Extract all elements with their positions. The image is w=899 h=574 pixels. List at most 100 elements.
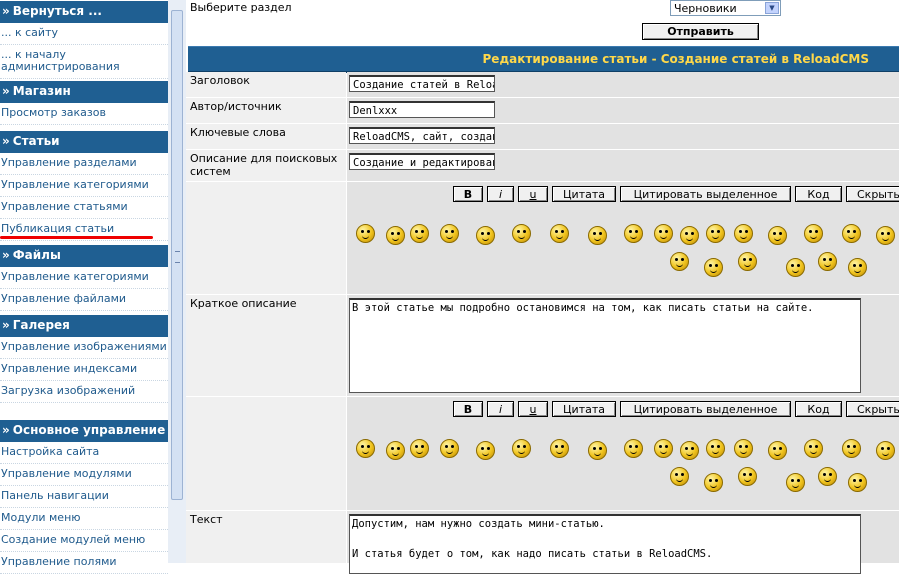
submit-button[interactable]: Отправить — [642, 23, 759, 40]
smiley-icon[interactable] — [654, 224, 673, 243]
sidebar-item[interactable]: Создание модулей меню — [0, 530, 168, 552]
smiley-icon[interactable] — [550, 224, 569, 243]
sidebar-item[interactable]: Управление статьями — [0, 197, 168, 219]
sidebar-item[interactable]: Управление категориями — [0, 175, 168, 197]
sidebar-section-title: Магазин — [12, 84, 71, 98]
sidebar-section-header[interactable]: » Основное управление — [0, 419, 168, 442]
code-button-2[interactable]: Код — [795, 401, 842, 417]
smiley-icon[interactable] — [704, 473, 723, 492]
sidebar-section-header[interactable]: » Магазин — [0, 80, 168, 103]
quote-button[interactable]: Цитата — [552, 186, 616, 202]
sidebar-section-header[interactable]: » Статьи — [0, 130, 168, 153]
sidebar-item[interactable]: ... к сайту — [0, 23, 168, 45]
sidebar-item[interactable]: Загрузка изображений — [0, 381, 168, 403]
smiley-icon[interactable] — [734, 224, 753, 243]
sidebar-item[interactable]: Управление файлами — [0, 289, 168, 311]
smiley-icon[interactable] — [440, 224, 459, 243]
title-input[interactable]: Создание статей в ReloadCMS — [349, 75, 495, 92]
sidebar-item[interactable]: Панель навигации — [0, 486, 168, 508]
article-edit-form: Выберите раздел Черновики ▼ Отправить Ре… — [186, 0, 899, 574]
author-input[interactable]: Denlxxx — [349, 101, 495, 118]
smiley-icon[interactable] — [848, 473, 867, 492]
description-input[interactable]: Создание и редактирование статей — [349, 153, 495, 170]
hide-button-2[interactable]: Скрыть — [846, 401, 899, 417]
chevron-down-icon[interactable]: ▼ — [765, 2, 779, 14]
smiley-icon[interactable] — [842, 224, 861, 243]
double-arrow-icon: » — [2, 318, 10, 332]
keywords-input[interactable]: ReloadCMS, сайт, создание статей — [349, 127, 495, 144]
sidebar-item[interactable]: Управление модулями — [0, 464, 168, 486]
smiley-icon[interactable] — [734, 439, 753, 458]
smiley-icon[interactable] — [680, 226, 699, 245]
smiley-icon[interactable] — [768, 441, 787, 460]
smiley-icon[interactable] — [512, 224, 531, 243]
smiley-icon[interactable] — [706, 224, 725, 243]
smiley-icon[interactable] — [670, 467, 689, 486]
quote-button-2[interactable]: Цитата — [552, 401, 616, 417]
sidebar-item[interactable]: Настройка сайта — [0, 442, 168, 464]
bold-button[interactable]: B — [453, 186, 483, 202]
sidebar-item[interactable]: Просмотр заказов — [0, 103, 168, 125]
sidebar-item[interactable]: Управление категориями — [0, 267, 168, 289]
smiley-icon[interactable] — [738, 252, 757, 271]
sidebar-item[interactable]: Управление индексами — [0, 359, 168, 381]
smiley-icon[interactable] — [588, 441, 607, 460]
smiley-icon[interactable] — [386, 226, 405, 245]
text-textarea[interactable]: Допустим, нам нужно создать мини-статью.… — [349, 514, 861, 574]
smiley-icon[interactable] — [704, 258, 723, 277]
smiley-icon[interactable] — [786, 258, 805, 277]
sidebar-item[interactable]: Управление изображениями — [0, 337, 168, 359]
italic-button[interactable]: i — [487, 186, 514, 202]
smiley-icon[interactable] — [624, 224, 643, 243]
double-arrow-icon: » — [2, 134, 10, 148]
smiley-icon[interactable] — [738, 467, 757, 486]
red-underline-annotation — [0, 236, 153, 239]
smiley-icon[interactable] — [786, 473, 805, 492]
smiley-icon[interactable] — [476, 441, 495, 460]
smiley-icon[interactable] — [670, 252, 689, 271]
sidebar-item[interactable]: Модули меню — [0, 508, 168, 530]
smiley-icon[interactable] — [476, 226, 495, 245]
smiley-icon[interactable] — [680, 441, 699, 460]
smiley-icon[interactable] — [356, 224, 375, 243]
smiley-icon[interactable] — [818, 467, 837, 486]
sidebar-section-header[interactable]: » Галерея — [0, 314, 168, 337]
smiley-icon[interactable] — [706, 439, 725, 458]
smiley-icon[interactable] — [654, 439, 673, 458]
smiley-icon[interactable] — [550, 439, 569, 458]
smiley-icon[interactable] — [512, 439, 531, 458]
quote-selected-button[interactable]: Цитировать выделенное — [620, 186, 791, 202]
smiley-icon[interactable] — [876, 226, 895, 245]
underline-button[interactable]: u — [518, 186, 548, 202]
bold-button-2[interactable]: B — [453, 401, 483, 417]
section-select[interactable]: Черновики ▼ — [670, 0, 781, 16]
smiley-icon[interactable] — [588, 226, 607, 245]
sidebar-item[interactable]: ... к началу администрирования — [0, 45, 168, 79]
smiley-icon[interactable] — [848, 258, 867, 277]
underline-button-2[interactable]: u — [518, 401, 548, 417]
smiley-icon[interactable] — [624, 439, 643, 458]
sidebar-item[interactable]: Управление разделами — [0, 153, 168, 175]
quote-selected-button-2[interactable]: Цитировать выделенное — [620, 401, 791, 417]
smiley-icon[interactable] — [876, 441, 895, 460]
sidebar-item[interactable]: Управление полями — [0, 552, 168, 574]
smiley-icon[interactable] — [842, 439, 861, 458]
smiley-icon[interactable] — [386, 441, 405, 460]
smiley-icon[interactable] — [768, 226, 787, 245]
smiley-icon[interactable] — [818, 252, 837, 271]
sidebar-section-title: Основное управление — [12, 423, 166, 437]
short-description-textarea[interactable]: В этой статье мы подробно остановимся на… — [349, 298, 861, 393]
hide-button[interactable]: Скрыть — [846, 186, 899, 202]
smiley-icon[interactable] — [804, 224, 823, 243]
smiley-icon[interactable] — [440, 439, 459, 458]
sidebar-section-header[interactable]: » Файлы — [0, 244, 168, 267]
smiley-icon[interactable] — [356, 439, 375, 458]
smiley-icon[interactable] — [410, 439, 429, 458]
code-button[interactable]: Код — [795, 186, 842, 202]
smiley-icon[interactable] — [804, 439, 823, 458]
sidebar-scrollbar-thumb[interactable] — [171, 10, 183, 500]
italic-button-2[interactable]: i — [487, 401, 514, 417]
sidebar-section-header[interactable]: » Вернуться ... — [0, 0, 168, 23]
smiley-icon[interactable] — [410, 224, 429, 243]
double-arrow-icon: » — [2, 4, 10, 18]
